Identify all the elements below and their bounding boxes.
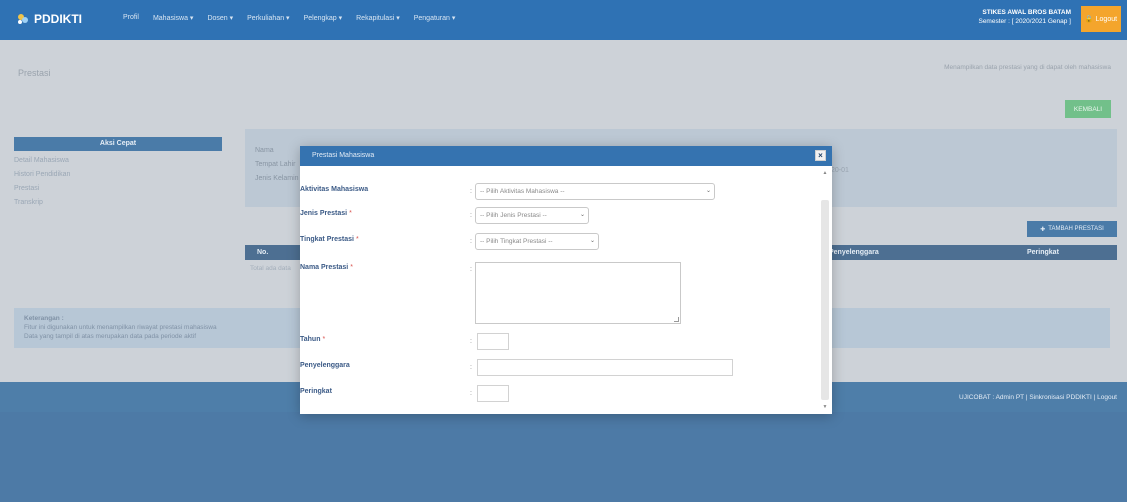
quick-action-prestasi[interactable]: Prestasi <box>14 182 70 196</box>
modal-header: Prestasi Mahasiswa × <box>300 146 832 166</box>
quick-action-histori-pendidikan[interactable]: Histori Pendidikan <box>14 168 70 182</box>
pddikti-logo-icon <box>18 14 28 24</box>
chevron-down-icon: ⌄ <box>705 188 711 194</box>
main-menu: Profil Mahasiswa ▾ Dosen ▾ Perkuliahan ▾… <box>123 14 455 22</box>
penyelenggara-input[interactable] <box>477 359 733 376</box>
scroll-up-arrow-icon[interactable]: ▲ <box>822 170 828 176</box>
logout-label: Logout <box>1095 15 1118 23</box>
colon: : <box>470 238 472 245</box>
colon: : <box>470 338 472 345</box>
back-button[interactable]: KEMBALI <box>1065 100 1111 118</box>
tahun-label-text: Tahun <box>300 336 321 343</box>
colon: : <box>470 188 472 195</box>
info-label-jenis-kelamin: Jenis Kelamin <box>255 175 299 182</box>
required-mark: * <box>322 336 326 343</box>
quick-actions-header: Aksi Cepat <box>14 137 222 151</box>
plus-icon: ✚ <box>1040 226 1046 233</box>
column-header-peringkat: Peringkat <box>1027 249 1059 256</box>
scroll-down-arrow-icon[interactable]: ▼ <box>822 404 828 410</box>
add-prestasi-label: TAMBAH PRESTASI <box>1048 226 1104 232</box>
back-button-label: KEMBALI <box>1073 105 1103 113</box>
quick-actions-list: Detail Mahasiswa Histori Pendidikan Pres… <box>14 154 70 210</box>
semester-info: Semester : [ 2020/2021 Genap ] <box>978 18 1071 25</box>
colon: : <box>470 266 472 273</box>
info-label-nama: Nama <box>255 147 274 154</box>
chevron-down-icon: ⌄ <box>579 212 585 218</box>
aktivitas-select-value: -- Pilih Aktivitas Mahasiswa -- <box>480 188 565 195</box>
tingkat-label: Tingkat Prestasi * <box>300 236 359 243</box>
user-info: STIKES AWAL BROS BATAM Semester : [ 2020… <box>978 8 1071 26</box>
aktivitas-label: Aktivitas Mahasiswa <box>300 186 368 193</box>
jenis-label-text: Jenis Prestasi <box>300 210 348 217</box>
nav-item-pengaturan[interactable]: Pengaturan ▾ <box>414 14 456 22</box>
page-title: Prestasi <box>18 68 51 78</box>
logout-button[interactable]: 🔒 Logout <box>1081 6 1121 32</box>
nav-item-mahasiswa[interactable]: Mahasiswa ▾ <box>153 14 193 22</box>
nama-prestasi-textarea[interactable] <box>475 262 681 324</box>
tingkat-select[interactable]: -- Pilih Tingkat Prestasi -- ⌄ <box>475 233 599 250</box>
prestasi-modal: Prestasi Mahasiswa × ▲ ▼ Aktivitas Mahas… <box>300 146 832 414</box>
add-prestasi-button[interactable]: ✚ TAMBAH PRESTASI <box>1027 221 1117 237</box>
nav-item-rekapitulasi[interactable]: Rekapitulasi ▾ <box>356 14 400 22</box>
quick-action-detail-mahasiswa[interactable]: Detail Mahasiswa <box>14 154 70 168</box>
table-empty-text: Total ada data <box>250 265 291 272</box>
jenis-select-value: -- Pilih Jenis Prestasi -- <box>480 212 547 219</box>
footer-links: UJICOBAT : Admin PT | Sinkronisasi PDDIK… <box>959 394 1117 401</box>
aktivitas-select[interactable]: -- Pilih Aktivitas Mahasiswa -- ⌄ <box>475 183 715 200</box>
page-hint: Menampilkan data prestasi yang di dapat … <box>944 64 1111 71</box>
aktivitas-label-text: Aktivitas Mahasiswa <box>300 186 369 193</box>
required-mark: * <box>350 264 353 271</box>
top-navbar: PDDIKTI Profil Mahasiswa ▾ Dosen ▾ Perku… <box>0 0 1127 40</box>
info-label-tempat-lahir: Tempat Lahir <box>255 161 296 168</box>
lock-icon: 🔒 <box>1084 16 1094 23</box>
nav-item-perkuliahan[interactable]: Perkuliahan ▾ <box>247 14 289 22</box>
modal-scrollbar[interactable] <box>821 200 829 400</box>
column-header-no: No. <box>257 249 269 256</box>
nav-item-profil[interactable]: Profil <box>123 14 139 22</box>
chevron-down-icon: ⌄ <box>589 238 595 244</box>
institution-name: STIKES AWAL BROS BATAM <box>982 9 1071 16</box>
quick-action-transkrip[interactable]: Transkrip <box>14 196 70 210</box>
tahun-input[interactable] <box>477 333 509 350</box>
nav-item-dosen[interactable]: Dosen ▾ <box>207 14 233 22</box>
jenis-label: Jenis Prestasi * <box>300 210 352 217</box>
penyelenggara-label-text: Penyelenggara <box>300 362 350 369</box>
brand[interactable]: PDDIKTI <box>16 12 82 26</box>
tingkat-label-text: Tingkat Prestasi <box>300 236 354 243</box>
jenis-select[interactable]: -- Pilih Jenis Prestasi -- ⌄ <box>475 207 589 224</box>
colon: : <box>470 364 472 371</box>
tingkat-select-value: -- Pilih Tingkat Prestasi -- <box>480 238 553 245</box>
peringkat-input[interactable] <box>477 385 509 402</box>
column-header-penyelenggara: Penyelenggara <box>829 249 879 256</box>
tahun-label: Tahun * <box>300 336 325 343</box>
peringkat-label-text: Peringkat <box>300 388 332 395</box>
colon: : <box>470 212 472 219</box>
footer-label[interactable]: UJICOBAT : Admin PT | Sinkronisasi PDDIK… <box>959 394 1117 401</box>
penyelenggara-label: Penyelenggara <box>300 362 350 369</box>
required-mark: * <box>355 236 359 243</box>
resize-handle-icon[interactable] <box>674 317 679 322</box>
peringkat-label: Peringkat <box>300 388 332 395</box>
brand-label: PDDIKTI <box>34 12 82 26</box>
nav-item-pelengkap[interactable]: Pelengkap ▾ <box>304 14 343 22</box>
colon: : <box>470 390 472 397</box>
nama-label: Nama Prestasi * <box>300 264 353 271</box>
close-icon[interactable]: × <box>815 150 826 161</box>
required-mark: * <box>349 210 352 217</box>
modal-form: Aktivitas Mahasiswa : -- Pilih Aktivitas… <box>300 180 820 414</box>
info-value: 20-01 <box>831 167 849 174</box>
modal-title: Prestasi Mahasiswa <box>312 152 375 159</box>
nama-label-text: Nama Prestasi <box>300 264 349 271</box>
